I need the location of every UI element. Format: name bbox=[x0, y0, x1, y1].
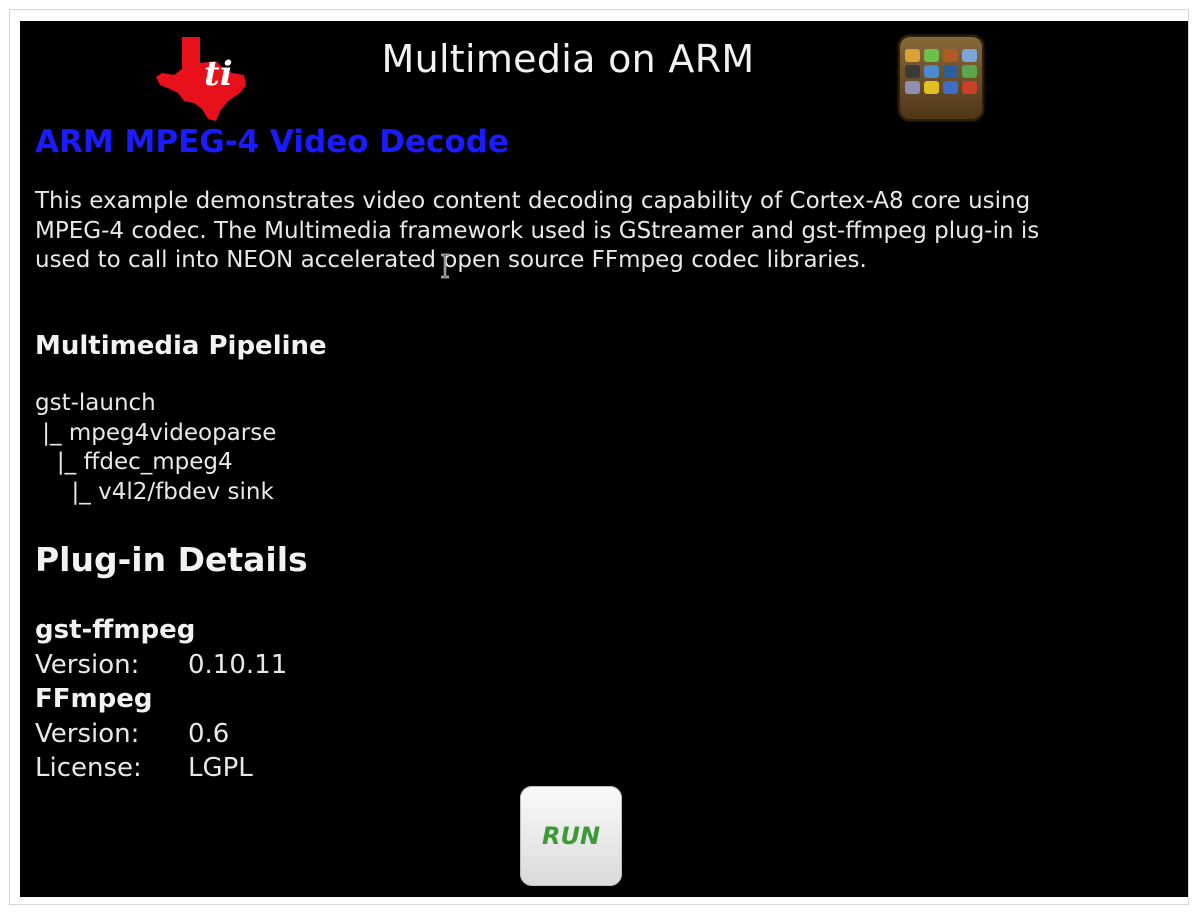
pipeline-step: |_ v4l2/fbdev sink bbox=[35, 478, 274, 505]
pipeline-step: |_ mpeg4videoparse bbox=[35, 419, 277, 446]
pipeline-step: |_ ffdec_mpeg4 bbox=[35, 449, 233, 475]
app-screen: ti Multimedia on ARM ARM MPEG-4 Video De… bbox=[20, 21, 1188, 897]
page-title: ARM MPEG-4 Video Decode bbox=[35, 124, 509, 160]
plugin-name: gst-ffmpeg bbox=[35, 615, 196, 645]
plugin-details: gst-ffmpeg Version: 0.10.11 FFmpeg Versi… bbox=[35, 613, 287, 786]
field-key: Version: bbox=[35, 718, 140, 749]
plugin-name: FFmpeg bbox=[35, 684, 153, 714]
plugin-field: License: LGPL bbox=[35, 751, 287, 786]
field-key: Version: bbox=[35, 649, 140, 680]
pipeline-step: gst-launch bbox=[35, 390, 156, 416]
plugin-details-heading: Plug-in Details bbox=[35, 540, 308, 579]
plugin-field: Version: 0.6 bbox=[35, 717, 287, 752]
field-value: 0.6 bbox=[188, 718, 230, 749]
run-button[interactable]: RUN bbox=[520, 786, 622, 886]
pipeline-heading: Multimedia Pipeline bbox=[35, 331, 327, 361]
field-value: 0.10.11 bbox=[188, 649, 288, 680]
plugin-field: Version: 0.10.11 bbox=[35, 648, 287, 683]
pipeline-tree: gst-launch |_ mpeg4videoparse |_ ffdec_m… bbox=[35, 389, 276, 507]
field-value: LGPL bbox=[188, 753, 253, 783]
description-text: This example demonstrates video content … bbox=[35, 188, 1040, 273]
apps-grid-icon[interactable] bbox=[898, 35, 984, 121]
field-key: License: bbox=[35, 753, 142, 783]
text-cursor-icon bbox=[441, 253, 449, 279]
